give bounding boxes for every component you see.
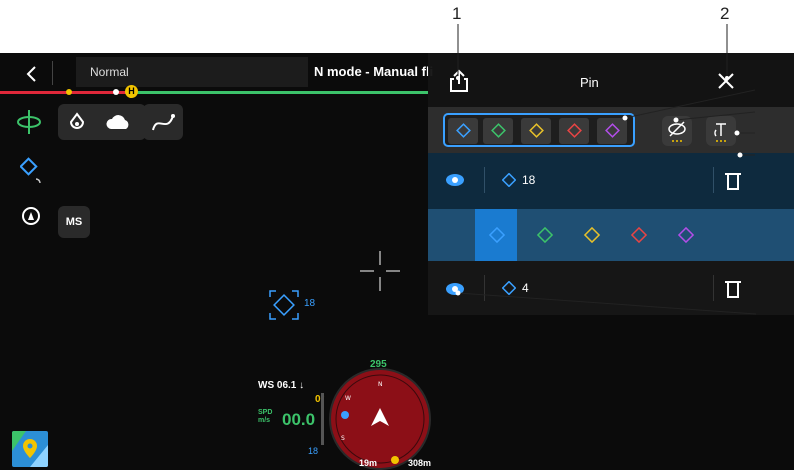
attitude-indicator: N W S xyxy=(329,368,431,470)
svg-text:N: N xyxy=(378,381,383,388)
cloud-icon[interactable] xyxy=(105,113,131,131)
speed-scale xyxy=(321,393,324,445)
eye-icon[interactable] xyxy=(445,173,465,187)
battery-marker xyxy=(66,89,72,95)
pin-point-icon[interactable] xyxy=(19,157,44,189)
speed-unit: SPD m/s xyxy=(258,409,273,424)
delete-icon[interactable] xyxy=(724,279,742,299)
row-divider xyxy=(484,167,485,193)
filter-diamonds xyxy=(456,123,620,138)
color-option-green[interactable] xyxy=(530,217,560,253)
delete-icon[interactable] xyxy=(724,171,742,191)
map-thumbnail[interactable] xyxy=(12,431,48,467)
import-button[interactable] xyxy=(706,116,736,146)
ms-button[interactable]: MS xyxy=(58,206,90,238)
locate-icon[interactable] xyxy=(20,205,42,227)
back-button[interactable] xyxy=(22,64,42,84)
row-divider xyxy=(713,167,714,193)
color-option-purple[interactable] xyxy=(671,217,701,253)
callout-2: 2 xyxy=(720,4,730,23)
hide-all-button[interactable] xyxy=(662,116,692,146)
callout-1: 1 xyxy=(452,4,462,23)
distance-right: 308m xyxy=(408,458,432,468)
pin-diamond-icon xyxy=(502,281,516,295)
battery-line-green xyxy=(130,91,428,94)
svg-text:S: S xyxy=(341,435,345,442)
home-badge: H xyxy=(125,85,138,98)
heading-value: 295 xyxy=(370,359,387,370)
speed-indicator-dot xyxy=(341,411,349,419)
row-divider xyxy=(484,275,485,301)
crosshair-icon xyxy=(360,251,400,291)
gimbal-icon[interactable] xyxy=(16,109,42,135)
divider xyxy=(52,61,53,85)
row-divider xyxy=(713,275,714,301)
color-option-yellow[interactable] xyxy=(577,217,607,253)
hud-pin-count: 18 xyxy=(308,446,319,456)
flight-mode-title: N mode - Manual fli xyxy=(314,64,434,79)
eye-icon[interactable] xyxy=(445,282,465,296)
map-pin-label: 18 xyxy=(304,298,316,309)
distance-left: 19m xyxy=(359,458,378,468)
pin-diamond-icon xyxy=(502,173,516,187)
route-button[interactable] xyxy=(143,104,183,140)
close-button[interactable] xyxy=(717,72,735,90)
battery-marker xyxy=(113,89,119,95)
pin-count: 4 xyxy=(522,281,529,295)
pin-panel-title: Pin xyxy=(580,75,599,90)
svg-text:W: W xyxy=(345,395,351,402)
wind-speed: WS 06.1 ↓ xyxy=(258,380,305,391)
speed-value: 00.0 xyxy=(282,410,316,429)
share-button[interactable] xyxy=(448,69,470,93)
app-screen: Normal N mode - Manual fli H MS 18 Pin 1… xyxy=(0,53,794,470)
battery-line-red xyxy=(0,91,130,94)
map-pin-target[interactable] xyxy=(268,289,300,321)
pin-panel: Pin 18 4 xyxy=(428,53,794,315)
pin-drop-icon[interactable] xyxy=(66,111,88,133)
pin-count: 18 xyxy=(522,173,536,187)
mode-select[interactable]: Normal xyxy=(76,57,308,87)
mode-value: Normal xyxy=(90,65,129,79)
color-option-red[interactable] xyxy=(624,217,654,253)
